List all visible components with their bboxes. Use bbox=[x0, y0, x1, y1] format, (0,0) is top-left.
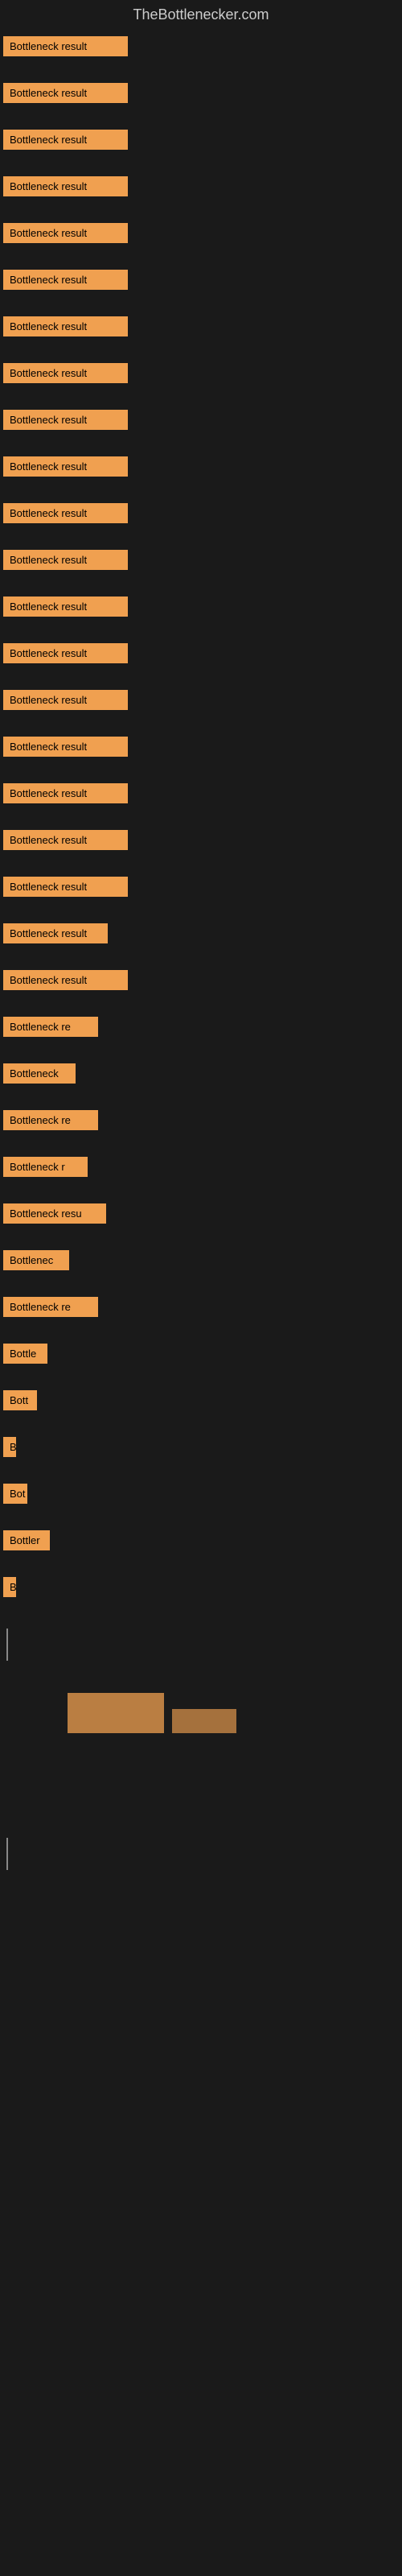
bottleneck-label: Bottleneck re bbox=[3, 1297, 98, 1317]
bottleneck-label: Bottleneck result bbox=[3, 83, 128, 103]
bottleneck-label: Bottleneck result bbox=[3, 737, 128, 757]
bottleneck-item: Bottlenec bbox=[3, 1247, 399, 1278]
bottleneck-item: Bottler bbox=[3, 1527, 399, 1558]
bottleneck-item: Bottleneck result bbox=[3, 266, 399, 297]
bottleneck-list: Bottleneck result Bottleneck result Bottle… bbox=[0, 30, 402, 1873]
bottleneck-item: Bottleneck result bbox=[3, 733, 399, 764]
bottleneck-item: Bottleneck result bbox=[3, 33, 399, 64]
bottleneck-item: Bottleneck r bbox=[3, 1154, 399, 1184]
bottleneck-item: B bbox=[3, 1574, 399, 1604]
bottleneck-label: Bottleneck r bbox=[3, 1157, 88, 1177]
chart-bar-2 bbox=[172, 1709, 236, 1733]
bottleneck-label: Bottleneck result bbox=[3, 783, 128, 803]
bottleneck-item: Bottleneck re bbox=[3, 1294, 399, 1324]
bottleneck-label: Bottleneck result bbox=[3, 970, 128, 990]
bottleneck-label: Bottleneck result bbox=[3, 270, 128, 290]
bottleneck-item: Bottleneck result bbox=[3, 547, 399, 577]
bottleneck-label: Bottleneck result bbox=[3, 223, 128, 243]
bottleneck-label: Bottleneck result bbox=[3, 503, 128, 523]
bottleneck-label: Bottleneck result bbox=[3, 830, 128, 850]
bottleneck-label: Bottleneck result bbox=[3, 690, 128, 710]
bottleneck-item: Bottleneck result bbox=[3, 126, 399, 157]
bottleneck-item: Bottle bbox=[3, 1340, 399, 1371]
bottleneck-item: Bottleneck result bbox=[3, 453, 399, 484]
chart-bar-1 bbox=[68, 1693, 164, 1733]
bottleneck-label: Bottleneck result bbox=[3, 877, 128, 897]
bottleneck-label: Bottleneck result bbox=[3, 456, 128, 477]
bottleneck-label: B bbox=[3, 1437, 16, 1457]
bottleneck-label: Bottleneck result bbox=[3, 363, 128, 383]
bottleneck-item: Bottleneck result bbox=[3, 220, 399, 250]
bottleneck-item: Bottleneck result bbox=[3, 967, 399, 997]
bottleneck-item: Bottleneck bbox=[3, 1060, 399, 1091]
bottleneck-label: Bott bbox=[3, 1390, 37, 1410]
bottleneck-label: Bottleneck re bbox=[3, 1110, 98, 1130]
bottleneck-label: Bottleneck result bbox=[3, 410, 128, 430]
bottom-chart bbox=[3, 1693, 399, 1790]
bottleneck-item: Bottleneck result bbox=[3, 640, 399, 671]
bottleneck-label: Bot bbox=[3, 1484, 27, 1504]
bottleneck-label: Bottleneck result bbox=[3, 643, 128, 663]
cursor-indicator-2 bbox=[6, 1838, 8, 1870]
bottleneck-item: Bottleneck result bbox=[3, 780, 399, 811]
bottleneck-label: Bottleneck re bbox=[3, 1017, 98, 1037]
bottleneck-item: Bottleneck result bbox=[3, 873, 399, 904]
bottleneck-label: Bottleneck result bbox=[3, 316, 128, 336]
bottleneck-label: Bottleneck result bbox=[3, 130, 128, 150]
bottleneck-label: Bottleneck result bbox=[3, 36, 128, 56]
bottleneck-label: Bottlenec bbox=[3, 1250, 69, 1270]
bottleneck-label: Bottleneck bbox=[3, 1063, 76, 1084]
bottleneck-label: Bottleneck resu bbox=[3, 1203, 106, 1224]
bottleneck-item: Bottleneck re bbox=[3, 1107, 399, 1137]
bottleneck-item: B bbox=[3, 1434, 399, 1464]
bottleneck-item: Bottleneck result bbox=[3, 500, 399, 530]
bottleneck-label: B bbox=[3, 1577, 16, 1597]
bottleneck-item: Bottleneck result bbox=[3, 313, 399, 344]
bottleneck-item: Bott bbox=[3, 1387, 399, 1418]
bottleneck-item: Bottleneck result bbox=[3, 80, 399, 110]
bottleneck-item: Bottleneck result bbox=[3, 360, 399, 390]
bottleneck-label: Bottle bbox=[3, 1344, 47, 1364]
site-title: TheBottlenecker.com bbox=[0, 0, 402, 30]
bottleneck-item: Bot bbox=[3, 1480, 399, 1511]
bottleneck-item: Bottleneck result bbox=[3, 920, 399, 951]
bottleneck-label: Bottleneck result bbox=[3, 550, 128, 570]
bottleneck-item: Bottleneck resu bbox=[3, 1200, 399, 1231]
bottleneck-label: Bottler bbox=[3, 1530, 50, 1550]
bottleneck-item: Bottleneck result bbox=[3, 687, 399, 717]
bottleneck-label: Bottleneck result bbox=[3, 923, 108, 943]
bottleneck-item: Bottleneck result bbox=[3, 407, 399, 437]
bottleneck-item: Bottleneck result bbox=[3, 593, 399, 624]
bottleneck-label: Bottleneck result bbox=[3, 597, 128, 617]
bottleneck-item: Bottleneck result bbox=[3, 173, 399, 204]
cursor-indicator bbox=[6, 1629, 8, 1661]
bottleneck-label: Bottleneck result bbox=[3, 176, 128, 196]
bottleneck-item: Bottleneck result bbox=[3, 827, 399, 857]
bottleneck-item: Bottleneck re bbox=[3, 1013, 399, 1044]
